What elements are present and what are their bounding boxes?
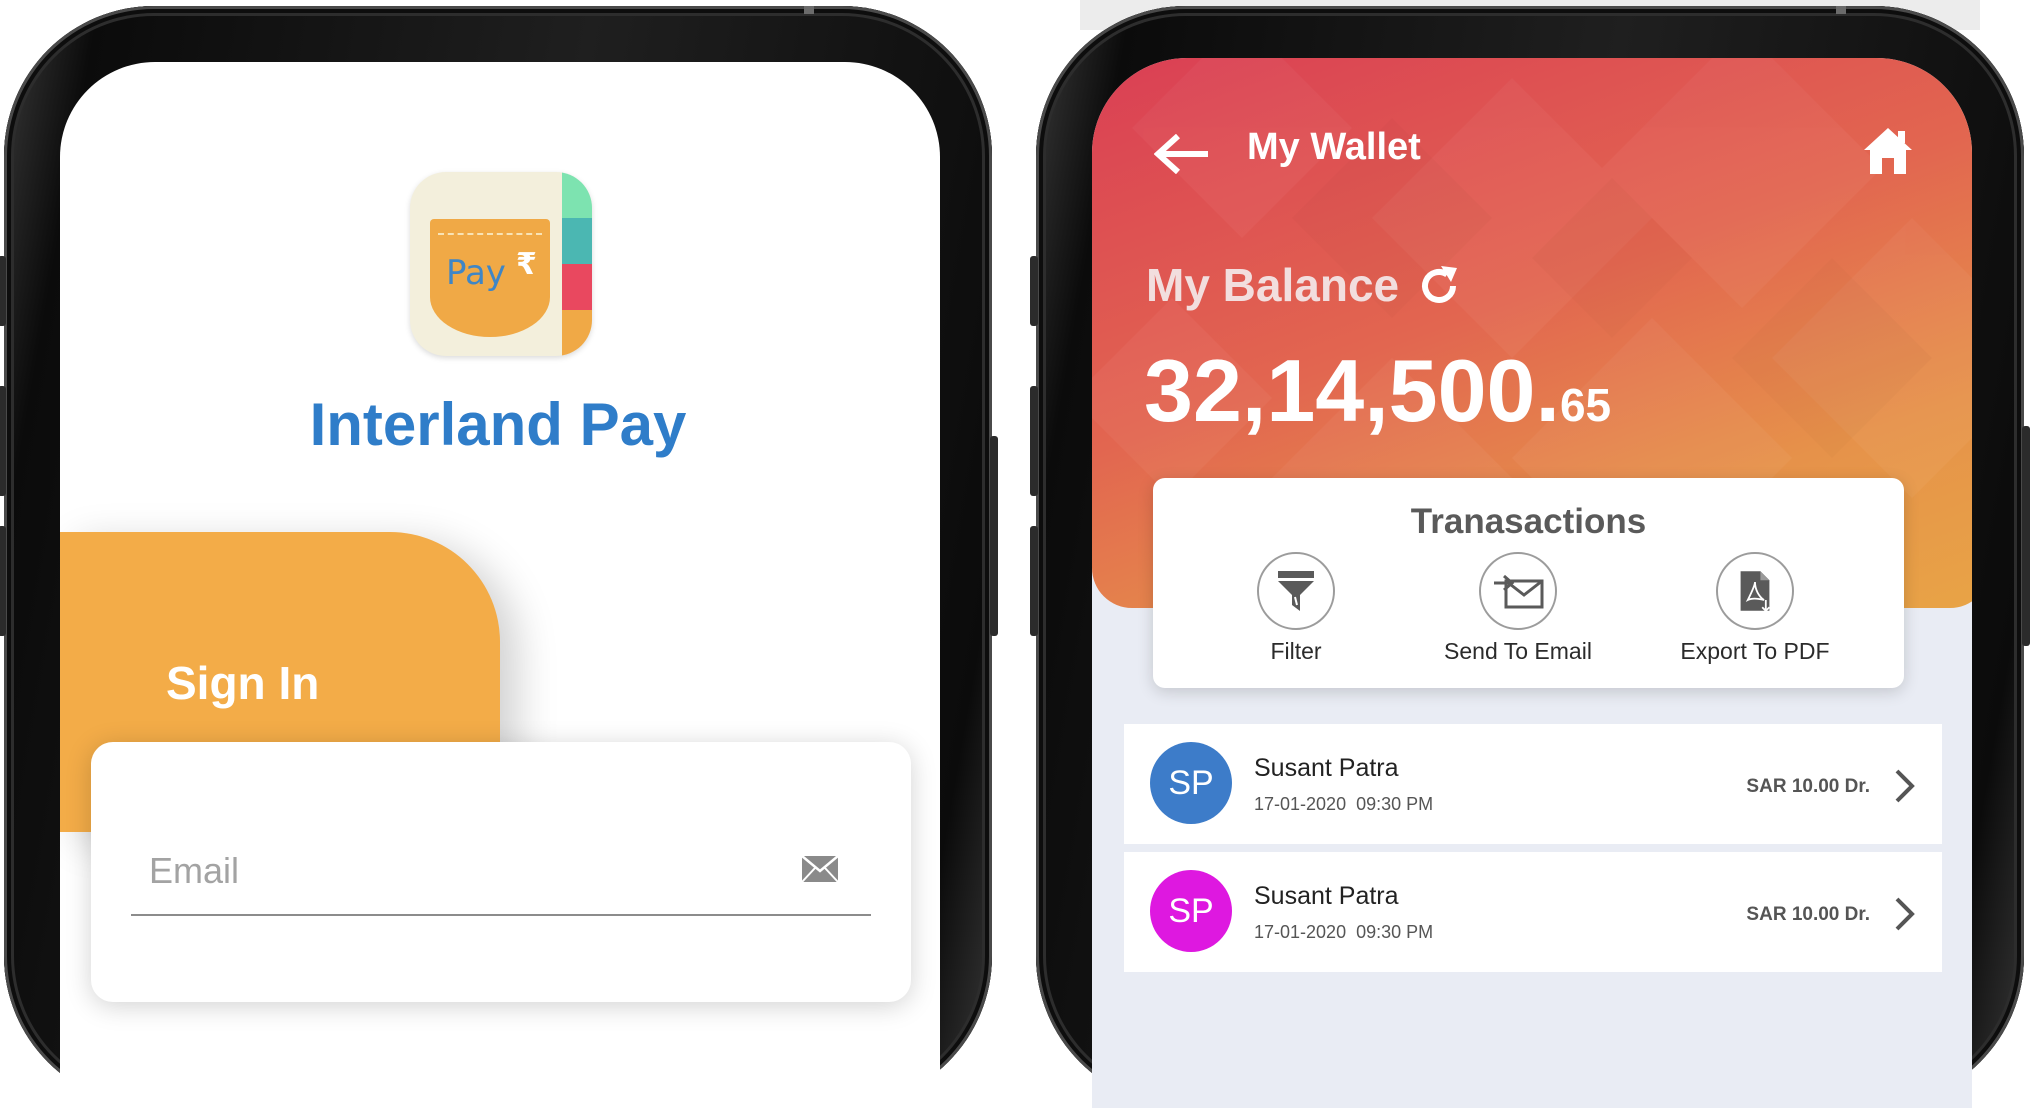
balance-label: My Balance — [1146, 259, 1400, 311]
send-to-email-label: Send To Email — [1444, 638, 1592, 664]
filter-icon — [1278, 571, 1314, 611]
transaction-date: 17-01-2020 09:30 PM — [1254, 794, 1434, 814]
transaction-name: Susant Patra — [1254, 882, 1399, 910]
transaction-row[interactable]: SP Susant Patra 17-01-2020 09:30 PM SAR … — [1124, 852, 1942, 972]
login-screen: Pay ₹ Interland Pay Sign In Email — [60, 62, 940, 1112]
transactions-card: Tranasactions Filter Send To Email Expor… — [1153, 478, 1904, 688]
login-form-card: Email — [91, 742, 911, 1002]
balance-amount: 32,14,500.65 — [1144, 340, 1611, 442]
chevron-right-icon — [1895, 897, 1915, 931]
pdf-file-icon — [1740, 571, 1771, 613]
transaction-amount: SAR 10.00 Dr. — [1746, 776, 1870, 797]
export-to-pdf-button[interactable]: Export To PDF — [1655, 552, 1855, 665]
balance-amount-decimal: 65 — [1559, 379, 1612, 431]
wallet-pocket-icon: Pay ₹ — [430, 219, 550, 337]
transaction-amount: SAR 10.00 Dr. — [1746, 904, 1870, 925]
avatar: SP — [1150, 742, 1232, 824]
filter-button[interactable]: Filter — [1196, 552, 1396, 665]
avatar: SP — [1150, 870, 1232, 952]
logo-currency-symbol: ₹ — [516, 248, 537, 281]
send-mail-icon — [1494, 574, 1544, 609]
email-field[interactable]: Email — [149, 850, 239, 892]
app-logo: Pay ₹ — [410, 172, 592, 356]
send-to-email-button[interactable]: Send To Email — [1418, 552, 1618, 665]
logo-pay-text: Pay — [446, 253, 506, 293]
balance-amount-main: 32,14,500. — [1144, 341, 1560, 440]
mail-icon — [801, 855, 839, 883]
arrow-left-icon[interactable] — [1154, 134, 1210, 174]
brand-name: Interland Pay — [309, 391, 687, 458]
transaction-row[interactable]: SP Susant Patra 17-01-2020 09:30 PM SAR … — [1124, 724, 1942, 844]
filter-label: Filter — [1270, 638, 1322, 664]
page-title: My Wallet — [1247, 126, 1421, 168]
transaction-date: 17-01-2020 09:30 PM — [1254, 922, 1434, 942]
transaction-name: Susant Patra — [1254, 754, 1399, 782]
phone-frame-right: My Wallet My Balance 32,14,500.65 Tranas… — [1030, 6, 2030, 1108]
chevron-right-icon — [1895, 769, 1915, 803]
wallet-screen: My Wallet My Balance 32,14,500.65 Tranas… — [1092, 58, 1972, 1108]
refresh-icon[interactable] — [1417, 264, 1461, 308]
email-underline — [131, 914, 871, 916]
transactions-title: Tranasactions — [1410, 502, 1647, 541]
export-to-pdf-label: Export To PDF — [1680, 638, 1830, 664]
home-icon[interactable] — [1862, 126, 1914, 176]
phone-frame-left: Pay ₹ Interland Pay Sign In Email — [0, 6, 998, 1112]
signin-title: Sign In — [166, 657, 320, 709]
